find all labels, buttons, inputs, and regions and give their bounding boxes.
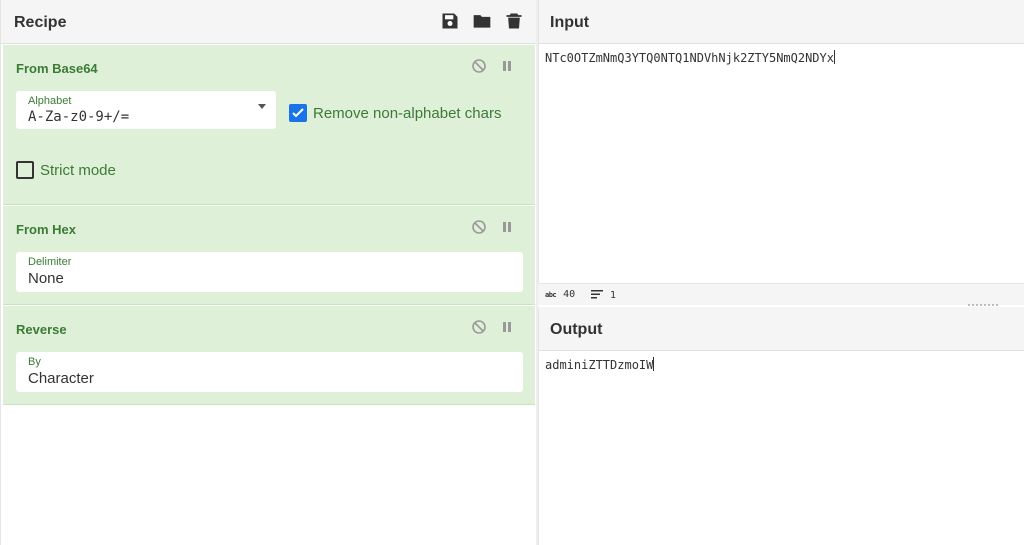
disable-icon[interactable] bbox=[471, 219, 487, 235]
recipe-pane: Recipe From Base64 Alphabet A-Za-z0-9+/=… bbox=[0, 0, 536, 545]
pause-icon[interactable] bbox=[499, 319, 515, 335]
output-title: Output bbox=[550, 321, 603, 338]
delimiter-select[interactable]: Delimiter None bbox=[16, 252, 523, 292]
output-text: adminiZTTDzmoIW bbox=[545, 358, 654, 372]
recipe-title: Recipe bbox=[14, 14, 67, 31]
disable-icon[interactable] bbox=[471, 319, 487, 335]
strict-mode-checkbox[interactable]: Strict mode bbox=[16, 161, 116, 179]
operation-from-hex[interactable]: From Hex Delimiter None bbox=[3, 206, 535, 305]
cyberchef-app: Recipe From Base64 Alphabet A-Za-z0-9+/=… bbox=[0, 0, 1024, 545]
remove-nonalphabet-checkbox[interactable]: Remove non-alphabet chars bbox=[289, 104, 501, 122]
input-pane: Input NTc0OTZmNmQ3YTQ0NTQ1NDVhNjk2ZTY5Nm… bbox=[538, 0, 1024, 283]
operation-from-base64[interactable]: From Base64 Alphabet A-Za-z0-9+/= Remove… bbox=[3, 45, 535, 205]
output-pane: Output adminiZTTDzmoIW bbox=[538, 307, 1024, 545]
output-textarea[interactable]: adminiZTTDzmoIW bbox=[545, 357, 655, 372]
strict-mode-label: Strict mode bbox=[40, 161, 116, 179]
alphabet-value: A-Za-z0-9+/= bbox=[28, 109, 130, 125]
text-cursor bbox=[833, 50, 835, 64]
input-text: NTc0OTZmNmQ3YTQ0NTQ1NDVhNjk2ZTY5NmQ2NDYx bbox=[545, 51, 834, 65]
input-length: 40 bbox=[563, 289, 576, 300]
trash-icon[interactable] bbox=[504, 11, 524, 31]
length-icon: abc bbox=[545, 290, 557, 299]
save-icon[interactable] bbox=[440, 11, 460, 31]
by-value: Character bbox=[28, 370, 94, 387]
disable-icon[interactable] bbox=[471, 58, 487, 74]
input-textarea[interactable]: NTc0OTZmNmQ3YTQ0NTQ1NDVhNjk2ZTY5NmQ2NDYx bbox=[545, 50, 835, 65]
input-status-bar: abc 40 1 bbox=[538, 283, 1024, 305]
operation-title: Reverse bbox=[16, 322, 67, 337]
by-label: By bbox=[28, 356, 41, 368]
operation-reverse[interactable]: Reverse By Character bbox=[3, 306, 535, 405]
input-header: Input bbox=[539, 0, 1024, 44]
delimiter-label: Delimiter bbox=[28, 256, 72, 268]
input-title: Input bbox=[550, 14, 590, 31]
remove-nonalphabet-label: Remove non-alphabet chars bbox=[313, 104, 502, 122]
operation-title: From Hex bbox=[16, 222, 76, 237]
checkbox-checked-icon[interactable] bbox=[289, 104, 307, 122]
pause-icon[interactable] bbox=[499, 219, 515, 235]
lines-icon bbox=[591, 289, 603, 302]
chevron-down-icon bbox=[258, 104, 266, 109]
text-cursor bbox=[653, 357, 655, 371]
alphabet-label: Alphabet bbox=[28, 95, 72, 107]
delimiter-value: None bbox=[28, 270, 64, 287]
folder-icon[interactable] bbox=[472, 11, 492, 31]
by-select[interactable]: By Character bbox=[16, 352, 523, 392]
pause-icon[interactable] bbox=[499, 58, 515, 74]
recipe-header: Recipe bbox=[1, 0, 536, 44]
operation-title: From Base64 bbox=[16, 61, 98, 76]
output-header: Output bbox=[539, 307, 1024, 351]
alphabet-select[interactable]: Alphabet A-Za-z0-9+/= bbox=[16, 91, 276, 129]
checkbox-unchecked-icon[interactable] bbox=[16, 161, 34, 179]
input-lines: 1 bbox=[610, 290, 617, 301]
